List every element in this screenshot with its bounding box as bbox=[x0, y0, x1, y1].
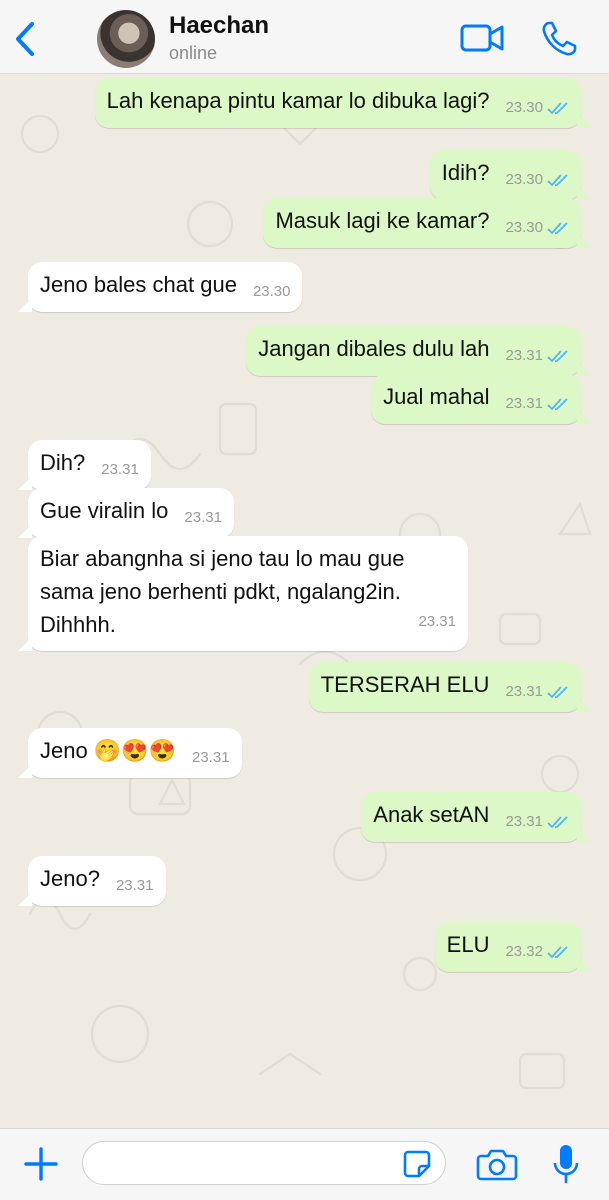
outgoing-message[interactable]: Lah kenapa pintu kamar lo dibuka lagi? 23… bbox=[94, 78, 592, 128]
microphone-icon bbox=[553, 1145, 579, 1184]
outgoing-message[interactable]: Idih? 23.30 bbox=[429, 150, 592, 200]
message-time: 23.31 bbox=[192, 749, 230, 766]
message-time: 23.31 bbox=[505, 395, 543, 412]
incoming-message[interactable]: Jeno bales chat gue 23.30 bbox=[17, 262, 303, 312]
message-text: Idih? bbox=[441, 160, 490, 185]
chat-header: Haechan online bbox=[0, 0, 609, 74]
message-time: 23.30 bbox=[252, 283, 291, 300]
message-meta: 23.32 bbox=[505, 942, 569, 962]
message-time: 23.31 bbox=[505, 683, 543, 700]
chevron-left-icon bbox=[16, 22, 34, 56]
message-time: 23.31 bbox=[115, 877, 154, 894]
message-meta: 23.30 bbox=[505, 218, 569, 238]
message-text: Biar abangnha si jeno tau lo mau gue sam… bbox=[40, 546, 405, 637]
message-time: 23.30 bbox=[505, 219, 543, 236]
contact-name[interactable]: Haechan bbox=[169, 12, 269, 40]
message-time: 23.30 bbox=[505, 99, 543, 116]
voice-call-button[interactable] bbox=[540, 20, 578, 58]
phone-icon bbox=[542, 21, 577, 56]
outgoing-message[interactable]: Masuk lagi ke kamar? 23.30 bbox=[263, 198, 591, 248]
message-meta: 23.31 bbox=[505, 394, 569, 414]
message-meta: 23.30 bbox=[505, 98, 569, 118]
incoming-message[interactable]: Biar abangnha si jeno tau lo mau gue sam… bbox=[18, 536, 468, 651]
read-double-tick-icon bbox=[547, 686, 568, 699]
message-time: 23.32 bbox=[505, 943, 543, 960]
plus-icon bbox=[24, 1147, 58, 1181]
contact-avatar[interactable] bbox=[97, 10, 155, 68]
message-meta: 23.31 bbox=[418, 612, 456, 632]
message-time: 23.31 bbox=[418, 613, 456, 630]
message-time: 23.30 bbox=[505, 171, 543, 188]
outgoing-message[interactable]: ELU 23.32 bbox=[434, 922, 592, 972]
message-time: 23.31 bbox=[505, 347, 543, 364]
read-double-tick-icon bbox=[547, 350, 568, 363]
read-double-tick-icon bbox=[547, 946, 568, 959]
sticker-icon bbox=[403, 1150, 431, 1178]
message-text: Jeno? bbox=[40, 866, 100, 891]
message-meta: 23.31 bbox=[184, 508, 222, 528]
read-double-tick-icon bbox=[547, 398, 568, 411]
incoming-message[interactable]: Jeno? 23.31 bbox=[18, 856, 166, 906]
message-meta: 23.30 bbox=[505, 170, 569, 190]
read-double-tick-icon bbox=[547, 816, 568, 829]
camera-button[interactable] bbox=[476, 1147, 518, 1181]
message-text: Anak setAN bbox=[373, 802, 490, 827]
message-input-bar bbox=[0, 1128, 609, 1200]
message-meta: 23.31 bbox=[192, 748, 230, 768]
sticker-button[interactable] bbox=[402, 1149, 432, 1179]
microphone-button[interactable] bbox=[552, 1143, 580, 1185]
outgoing-message[interactable]: Jual mahal 23.31 bbox=[371, 374, 591, 424]
outgoing-message[interactable]: Jangan dibales dulu lah 23.31 bbox=[246, 326, 591, 376]
video-call-icon bbox=[460, 24, 504, 52]
add-attachment-button[interactable] bbox=[22, 1145, 60, 1183]
message-text: ELU bbox=[446, 932, 490, 957]
message-text: Masuk lagi ke kamar? bbox=[275, 208, 490, 233]
contact-status: online bbox=[169, 43, 218, 63]
message-time: 23.31 bbox=[101, 461, 139, 478]
message-meta: 23.31 bbox=[505, 346, 569, 366]
outgoing-message[interactable]: TERSERAH ELU 23.31 bbox=[308, 662, 592, 712]
read-double-tick-icon bbox=[547, 222, 568, 235]
message-text: Gue viralin lo bbox=[40, 498, 169, 523]
message-meta: 23.30 bbox=[253, 282, 291, 302]
read-double-tick-icon bbox=[547, 174, 568, 187]
video-call-button[interactable] bbox=[459, 20, 505, 56]
camera-icon bbox=[476, 1149, 518, 1181]
message-text: Jual mahal bbox=[383, 384, 490, 409]
message-text: Dih? bbox=[40, 450, 86, 475]
message-text: Jeno 🤭😍😍 bbox=[40, 738, 176, 763]
chat-area[interactable]: Lah kenapa pintu kamar lo dibuka lagi? 23… bbox=[0, 74, 609, 1128]
message-text: TERSERAH ELU bbox=[320, 672, 490, 697]
message-text: Jeno bales chat gue bbox=[40, 272, 237, 297]
message-meta: 23.31 bbox=[505, 812, 569, 832]
incoming-message[interactable]: Dih? 23.31 bbox=[18, 440, 151, 490]
message-time: 23.31 bbox=[184, 509, 222, 526]
outgoing-message[interactable]: Anak setAN 23.31 bbox=[361, 792, 591, 842]
message-meta: 23.31 bbox=[116, 876, 154, 896]
message-text: Jangan dibales dulu lah bbox=[258, 336, 490, 361]
message-time: 23.31 bbox=[505, 813, 543, 830]
incoming-message[interactable]: Gue viralin lo 23.31 bbox=[18, 488, 234, 538]
message-meta: 23.31 bbox=[101, 460, 139, 480]
message-meta: 23.31 bbox=[505, 682, 569, 702]
message-text: Lah kenapa pintu kamar lo dibuka lagi? bbox=[106, 88, 490, 113]
back-button[interactable] bbox=[10, 20, 40, 58]
message-input[interactable] bbox=[82, 1141, 446, 1185]
incoming-message[interactable]: Jeno 🤭😍😍 23.31 bbox=[18, 728, 242, 778]
read-double-tick-icon bbox=[547, 102, 568, 115]
